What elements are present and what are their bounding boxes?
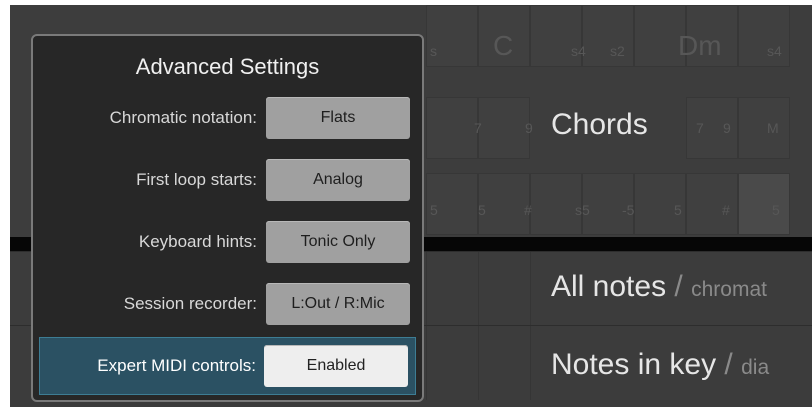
chord-glyph: s [430, 43, 437, 59]
keyboard-hints-button[interactable]: Tonic Only [266, 221, 410, 263]
chords-section-label: Chords [551, 108, 648, 141]
session-recorder-label: Session recorder: [123, 294, 257, 313]
label-separator: / [674, 270, 683, 303]
expert-midi-controls-label: Expert MIDI controls: [97, 356, 256, 375]
chord-glyph: 7 [696, 120, 704, 136]
chord-cell[interactable] [738, 97, 790, 159]
chord-glyph: s4 [767, 43, 782, 59]
chord-glyph: s5 [575, 202, 590, 218]
key-divider [530, 326, 531, 400]
notes-in-key-sub-text: dia [741, 356, 770, 379]
notes-in-key-label: Notes in key / dia [551, 348, 769, 382]
chord-glyph: M [767, 120, 779, 136]
setting-row-first-loop-starts: First loop starts: Analog [33, 151, 422, 209]
chord-cell[interactable] [478, 97, 530, 159]
chord-glyph: 7 [474, 120, 482, 136]
notes-in-key-main-text: Notes in key [551, 348, 717, 381]
setting-row-expert-midi-controls: Expert MIDI controls: Enabled [39, 337, 416, 395]
popup-title: Advanced Settings [135, 54, 320, 79]
key-divider [478, 326, 479, 400]
keyboard-hints-label: Keyboard hints: [138, 232, 257, 251]
chord-glyph: Dm [678, 30, 722, 61]
chord-glyph: s4 [571, 43, 586, 59]
all-notes-main-text: All notes [551, 270, 667, 303]
chord-glyph: 5 [674, 202, 682, 218]
setting-row-keyboard-hints: Keyboard hints: Tonic Only [33, 213, 422, 271]
chord-glyph: C [493, 30, 514, 61]
chord-cell[interactable] [426, 97, 478, 159]
advanced-settings-popup: Advanced Settings Chromatic notation: Fl… [31, 34, 424, 402]
chord-glyph: 5 [430, 202, 438, 218]
chord-cell[interactable] [738, 173, 790, 235]
key-divider [530, 252, 531, 326]
chromatic-notation-button[interactable]: Flats [266, 97, 410, 139]
key-divider [426, 326, 427, 400]
all-notes-sub-text: chromat [691, 278, 767, 301]
setting-row-session-recorder: Session recorder: L:Out / R:Mic [33, 275, 422, 333]
chord-glyph: # [524, 202, 532, 218]
chord-glyph: 9 [723, 120, 731, 136]
chord-glyph: # [722, 202, 730, 218]
first-loop-starts-label: First loop starts: [136, 170, 257, 189]
chord-cell[interactable] [582, 5, 634, 67]
chord-cell[interactable] [738, 5, 790, 67]
all-notes-label: All notes / chromat [551, 270, 767, 304]
chord-glyph: -5 [622, 202, 635, 218]
chord-glyph: 5 [478, 202, 486, 218]
chord-glyph: 9 [525, 120, 533, 136]
key-divider [478, 252, 479, 326]
session-recorder-button[interactable]: L:Out / R:Mic [266, 283, 410, 325]
chromatic-notation-label: Chromatic notation: [109, 108, 257, 127]
first-loop-starts-button[interactable]: Analog [266, 159, 410, 201]
key-divider [426, 252, 427, 326]
chord-cell[interactable] [686, 173, 738, 235]
app-window: C Dm s4 s2 s4 s 7 9 7 9 M 5 5 # s5 -5 5 … [0, 0, 812, 407]
chord-glyph: 5 [772, 202, 780, 218]
expert-midi-controls-button[interactable]: Enabled [264, 345, 408, 387]
chord-glyph: s2 [610, 43, 625, 59]
label-separator: / [724, 348, 733, 381]
setting-row-chromatic-notation: Chromatic notation: Flats [33, 89, 422, 147]
